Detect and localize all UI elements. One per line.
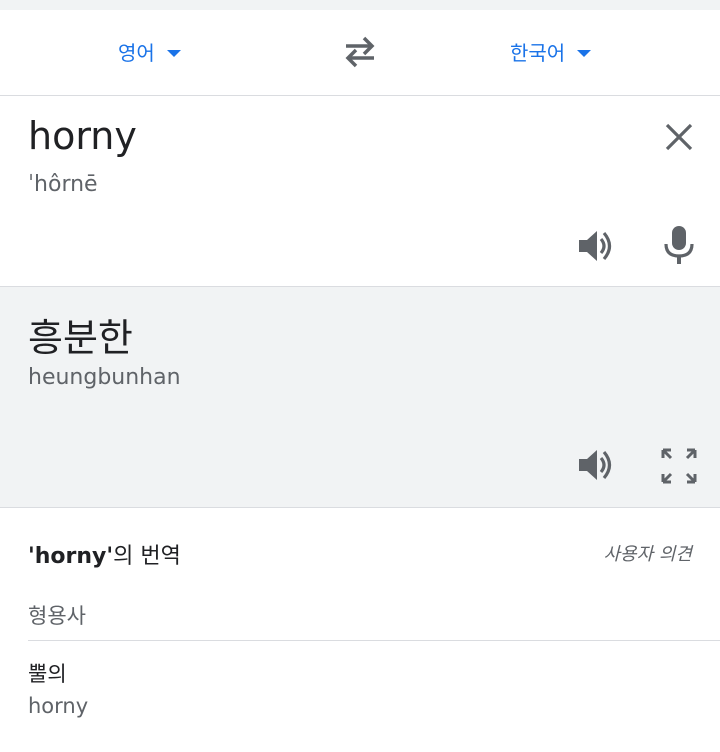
part-of-speech: 형용사: [28, 604, 86, 628]
speaker-icon: [579, 450, 612, 480]
language-bar: 영어 한국어: [0, 10, 720, 96]
dictionary-entry-back-translation: horny: [28, 694, 89, 718]
target-language-selector[interactable]: 한국어: [510, 36, 592, 66]
top-strip: [0, 0, 720, 10]
translation-listen-button[interactable]: [576, 445, 616, 485]
source-transliteration: ˈhôrnē: [28, 172, 98, 197]
source-language-selector[interactable]: 영어: [118, 36, 181, 66]
divider: [28, 640, 720, 641]
caret-down-icon: [166, 49, 181, 57]
fullscreen-button[interactable]: [660, 447, 698, 485]
dictionary-title: 'horny'의 번역: [28, 538, 181, 570]
swap-arrows-icon: [345, 36, 375, 68]
dictionary-term: 'horny': [28, 544, 114, 569]
feedback-link[interactable]: 사용자 의견: [603, 540, 692, 566]
source-listen-button[interactable]: [576, 226, 616, 266]
swap-languages-button[interactable]: [340, 34, 380, 70]
target-language-label: 한국어: [510, 40, 566, 65]
dictionary-title-suffix: 의 번역: [113, 544, 181, 569]
translation-transliteration: heungbunhan: [28, 365, 181, 390]
caret-down-icon: [577, 49, 592, 57]
translation-result-panel: 흥분한 heungbunhan: [0, 287, 720, 508]
speaker-icon: [579, 231, 612, 261]
close-icon: [665, 123, 693, 151]
voice-input-button[interactable]: [662, 224, 696, 266]
dictionary-panel: 'horny'의 번역 사용자 의견 형용사 뿔의 horny: [0, 508, 720, 752]
source-input-panel[interactable]: horny ˈhôrnē: [0, 96, 720, 287]
source-text[interactable]: horny: [28, 114, 137, 158]
dictionary-entry-word[interactable]: 뿔의: [28, 658, 67, 688]
source-language-label: 영어: [118, 40, 155, 65]
microphone-icon: [664, 226, 694, 264]
clear-input-button[interactable]: [660, 118, 698, 156]
fullscreen-icon: [661, 448, 697, 484]
translation-text: 흥분한: [28, 316, 133, 360]
